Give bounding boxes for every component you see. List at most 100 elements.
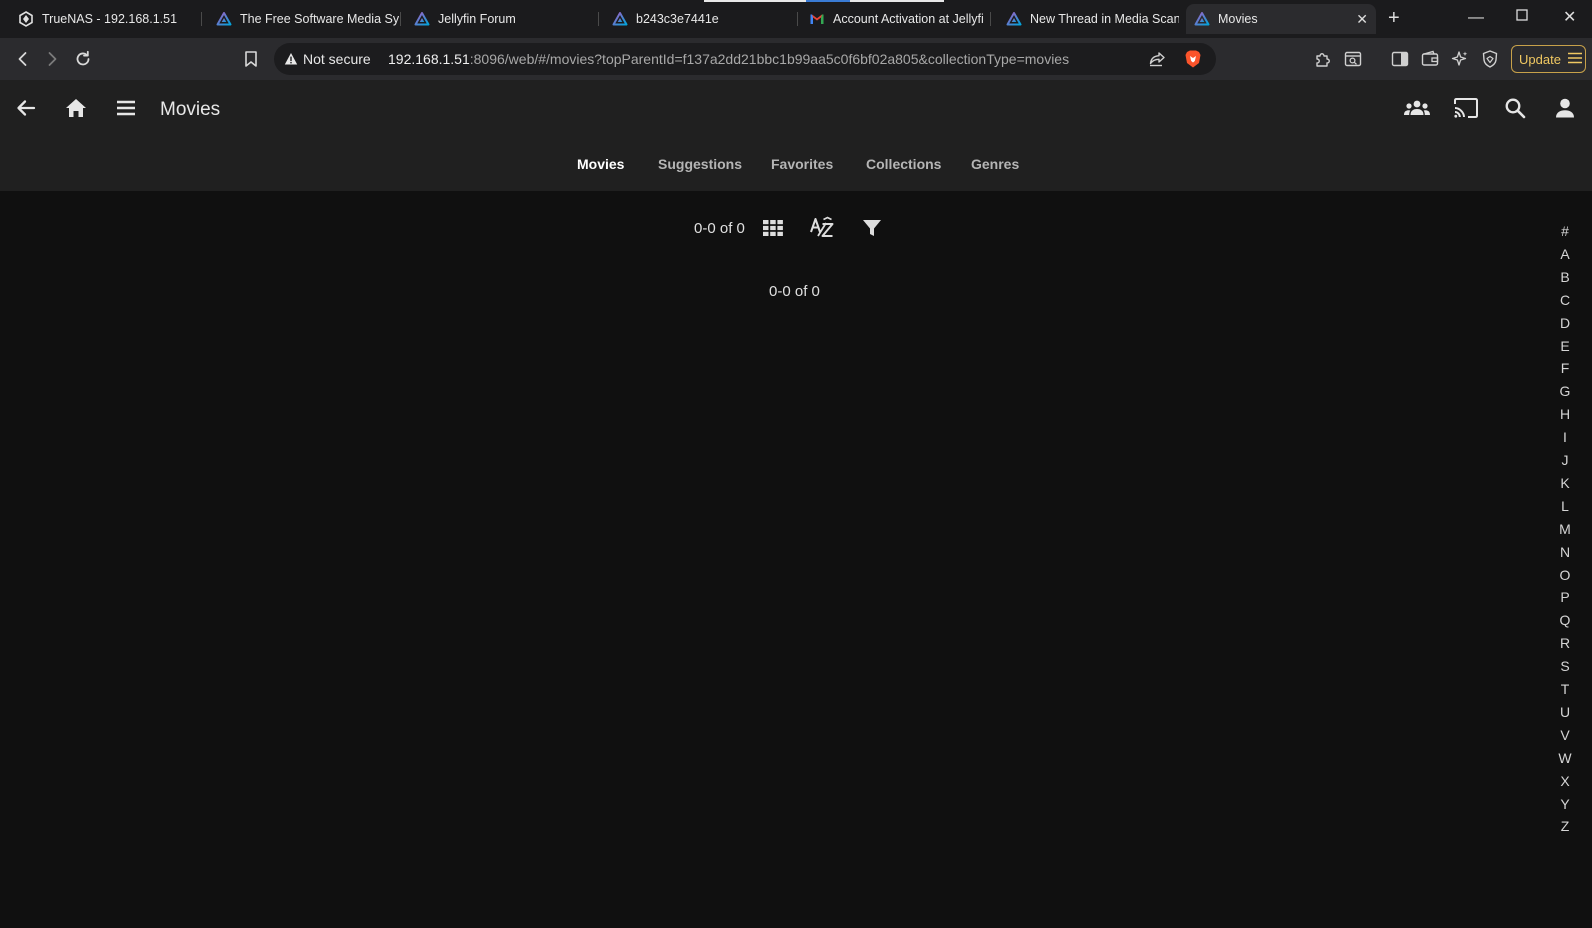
- alphabet-letter[interactable]: C: [1550, 292, 1580, 308]
- tab-favorites[interactable]: Favorites: [771, 156, 833, 172]
- alphabet-letter[interactable]: L: [1550, 498, 1580, 514]
- url-text[interactable]: 192.168.1.51:8096/web/#/movies?topParent…: [388, 51, 1069, 67]
- tab-separator: [201, 12, 202, 26]
- browser-tab-jellyfin-site[interactable]: The Free Software Media Sy: [208, 4, 401, 34]
- tab-separator: [990, 12, 991, 26]
- new-tab-button[interactable]: +: [1388, 8, 1400, 28]
- tab-separator: [598, 12, 599, 26]
- alphabet-letter[interactable]: K: [1550, 475, 1580, 491]
- tab-collections[interactable]: Collections: [866, 156, 941, 172]
- item-count-middle: 0-0 of 0: [769, 283, 820, 300]
- home-icon[interactable]: [62, 94, 90, 122]
- share-icon[interactable]: [1148, 50, 1166, 73]
- jellyfin-icon: [612, 11, 628, 27]
- sort-az-icon[interactable]: [809, 215, 835, 241]
- alphabet-letter[interactable]: A: [1550, 246, 1580, 262]
- alphabet-letter[interactable]: O: [1550, 567, 1580, 583]
- alphabet-letter[interactable]: P: [1550, 589, 1580, 605]
- view-grid-icon[interactable]: [760, 215, 786, 241]
- alphabet-letter[interactable]: R: [1550, 635, 1580, 651]
- browser-tab-gmail[interactable]: Account Activation at Jellyfi: [801, 4, 991, 34]
- tab-loading-indicator-accent: [806, 0, 850, 2]
- tab-separator: [797, 12, 798, 26]
- browser-tab-movies-active[interactable]: Movies ✕: [1186, 4, 1376, 34]
- truenas-icon: [18, 11, 34, 27]
- update-button[interactable]: Update: [1511, 45, 1586, 73]
- close-window-icon[interactable]: ✕: [1563, 8, 1576, 28]
- page-title: Movies: [160, 99, 221, 120]
- alphabet-letter[interactable]: T: [1550, 681, 1580, 697]
- browser-tab-title: b243c3e7441e: [636, 12, 719, 26]
- browser-tab-title: Jellyfin Forum: [438, 12, 516, 26]
- browser-tab-title: New Thread in Media Scann: [1030, 12, 1179, 26]
- browser-tab-new-thread[interactable]: New Thread in Media Scann: [998, 4, 1179, 34]
- alphabet-letter[interactable]: B: [1550, 269, 1580, 285]
- alphabet-letter[interactable]: U: [1550, 704, 1580, 720]
- reader-mode-icon[interactable]: [1342, 48, 1364, 70]
- tab-movies[interactable]: Movies: [577, 156, 624, 172]
- tab-genres[interactable]: Genres: [971, 156, 1019, 172]
- item-count-top: 0-0 of 0: [694, 220, 745, 237]
- cast-icon[interactable]: [1452, 94, 1480, 122]
- library-tabs: Movies Suggestions Favorites Collections…: [0, 156, 1592, 176]
- leo-ai-icon[interactable]: [1449, 48, 1471, 70]
- url-host: 192.168.1.51: [388, 51, 470, 67]
- tab-suggestions[interactable]: Suggestions: [658, 156, 742, 172]
- alphabet-letter[interactable]: D: [1550, 315, 1580, 331]
- browser-tab-strip: TrueNAS - 192.168.1.51 The Free Software…: [0, 0, 1592, 38]
- sidebar-toggle-icon[interactable]: [1389, 48, 1411, 70]
- browser-toolbar: Not secure 192.168.1.51:8096/web/#/movie…: [0, 38, 1592, 80]
- jellyfin-icon: [414, 11, 430, 27]
- extensions-icon[interactable]: [1312, 48, 1334, 70]
- alphabet-letter[interactable]: X: [1550, 773, 1580, 789]
- alphabet-letter[interactable]: #: [1550, 223, 1580, 239]
- browser-tab-title: TrueNAS - 192.168.1.51: [42, 12, 178, 26]
- back-icon[interactable]: [12, 48, 34, 70]
- jellyfin-icon: [216, 11, 232, 27]
- alphabet-letter[interactable]: E: [1550, 338, 1580, 354]
- menu-lines-icon: [1567, 52, 1583, 67]
- library-content: 0-0 of 0 0-0 of 0 # A B C D E F G H I J K L M N O P Q R S T U…: [0, 191, 1592, 928]
- jellyfin-icon: [1006, 11, 1022, 27]
- alphabet-letter[interactable]: Z: [1550, 818, 1580, 834]
- browser-tab-truenas[interactable]: TrueNAS - 192.168.1.51: [10, 4, 202, 34]
- update-label: Update: [1519, 51, 1561, 67]
- brave-shields-icon[interactable]: [1184, 49, 1202, 74]
- alphabet-letter[interactable]: I: [1550, 429, 1580, 445]
- user-account-icon[interactable]: [1551, 94, 1579, 122]
- security-label[interactable]: Not secure: [303, 51, 371, 67]
- wallet-icon[interactable]: [1419, 48, 1441, 70]
- browser-tab-jellyfin-forum[interactable]: Jellyfin Forum: [406, 4, 599, 34]
- browser-tab-title: Account Activation at Jellyfi: [833, 12, 984, 26]
- jellyfin-header: Movies Movies Suggestions Favorites Coll…: [0, 80, 1592, 191]
- alphabet-letter[interactable]: W: [1550, 750, 1580, 766]
- filter-icon[interactable]: [859, 215, 885, 241]
- alphabet-letter[interactable]: Y: [1550, 796, 1580, 812]
- forward-icon[interactable]: [41, 48, 63, 70]
- alphabet-letter[interactable]: F: [1550, 360, 1580, 376]
- bookmark-icon[interactable]: [240, 48, 262, 70]
- maximize-window-icon[interactable]: [1515, 8, 1529, 28]
- minimize-window-icon[interactable]: —: [1468, 8, 1484, 28]
- jellyfin-icon: [1194, 11, 1210, 27]
- address-bar[interactable]: Not secure 192.168.1.51:8096/web/#/movie…: [274, 43, 1216, 75]
- reload-icon[interactable]: [72, 48, 94, 70]
- browser-tab-title: The Free Software Media Sy: [240, 12, 400, 26]
- alphabet-letter[interactable]: G: [1550, 383, 1580, 399]
- alphabet-letter[interactable]: V: [1550, 727, 1580, 743]
- alphabet-letter[interactable]: M: [1550, 521, 1580, 537]
- alphabet-letter[interactable]: H: [1550, 406, 1580, 422]
- alphabet-letter[interactable]: Q: [1550, 612, 1580, 628]
- close-tab-icon[interactable]: ✕: [1356, 11, 1368, 28]
- warning-icon[interactable]: [284, 52, 298, 71]
- alphabet-letter[interactable]: J: [1550, 452, 1580, 468]
- syncplay-group-icon[interactable]: [1403, 94, 1431, 122]
- alphabet-letter[interactable]: S: [1550, 658, 1580, 674]
- search-icon[interactable]: [1501, 94, 1529, 122]
- alphabet-letter[interactable]: N: [1550, 544, 1580, 560]
- hamburger-menu-icon[interactable]: [112, 94, 140, 122]
- vpn-shield-icon[interactable]: [1479, 48, 1501, 70]
- browser-tab-jellyfin-instance[interactable]: b243c3e7441e: [604, 4, 798, 34]
- url-path: :8096/web/#/movies?topParentId=f137a2dd2…: [469, 51, 1070, 67]
- back-arrow-icon[interactable]: [12, 94, 40, 122]
